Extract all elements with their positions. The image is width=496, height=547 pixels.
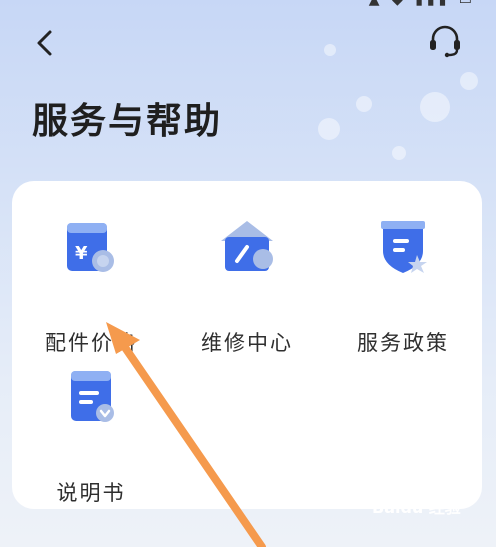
service-item-parts-price[interactable]: ¥ 配件价格 xyxy=(26,217,156,357)
service-item-label: 配件价格 xyxy=(45,331,137,355)
service-item-manual[interactable]: 说明书 xyxy=(26,367,156,507)
service-item-repair-center[interactable]: 维修中心 xyxy=(182,217,312,357)
service-item-service-policy[interactable]: 服务政策 xyxy=(338,217,468,357)
customer-support-button[interactable] xyxy=(424,24,466,60)
chevron-left-icon xyxy=(37,30,52,56)
background-bubble xyxy=(324,44,336,56)
manual-icon xyxy=(71,371,114,422)
background-bubble xyxy=(356,96,372,112)
price-tag-icon: ¥ xyxy=(67,223,114,272)
background-bubble xyxy=(460,72,478,90)
background-bubble xyxy=(392,146,406,160)
background-bubble xyxy=(420,92,450,122)
policy-shield-icon xyxy=(381,221,427,273)
svg-text:¥: ¥ xyxy=(75,243,88,264)
status-bar: ▲ ◆ ▮▮▮ ▭ xyxy=(0,0,496,12)
background-bubble xyxy=(318,118,340,140)
status-icons: ▲ ◆ ▮▮▮ ▭ xyxy=(368,0,476,8)
service-item-label: 维修中心 xyxy=(201,331,293,355)
back-button[interactable] xyxy=(28,26,62,60)
service-item-label: 说明书 xyxy=(56,481,126,505)
headset-icon xyxy=(430,25,460,58)
services-card: ¥ 配件价格 维修中心 服务政策 说明书 xyxy=(12,181,482,509)
repair-center-icon xyxy=(221,221,273,271)
page-title: 服务与帮助 xyxy=(32,101,223,142)
service-item-label: 服务政策 xyxy=(357,331,449,355)
watermark-logo: Baidu 经验 xyxy=(372,498,461,517)
